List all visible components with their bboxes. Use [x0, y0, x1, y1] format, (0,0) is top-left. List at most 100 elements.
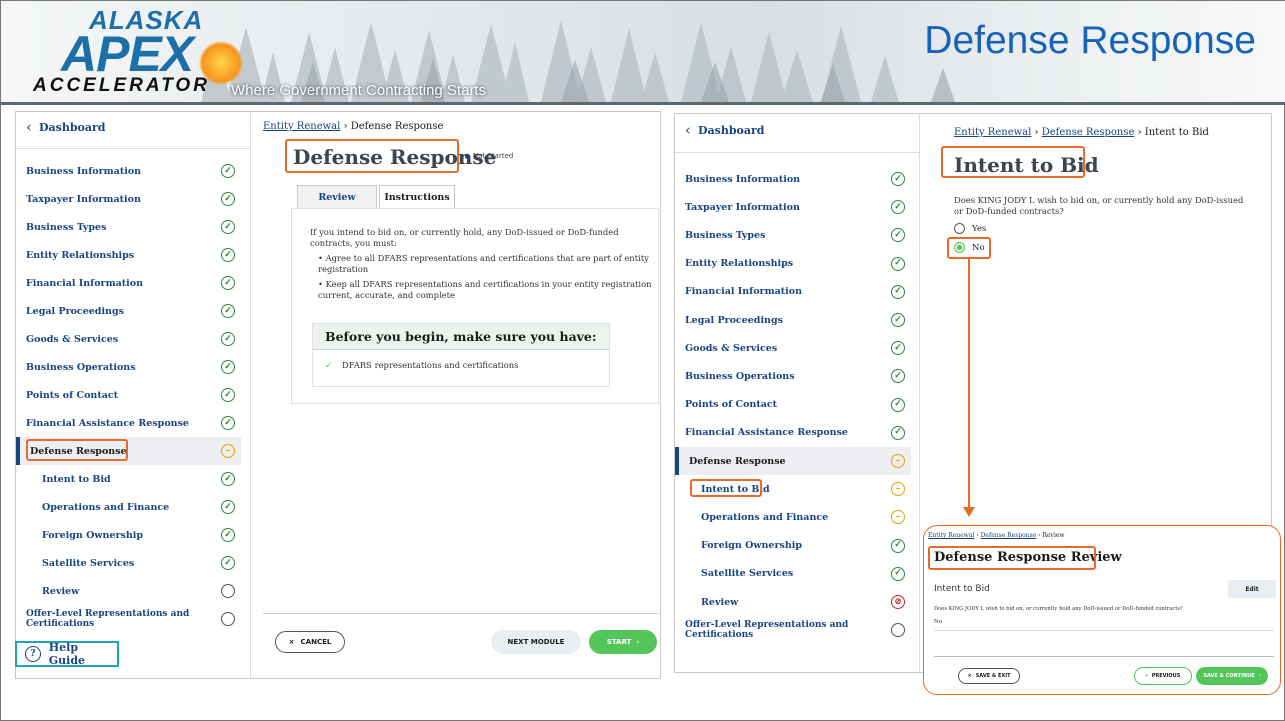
sidebar-item-label: Review: [42, 585, 80, 597]
review-divider: [934, 630, 1274, 631]
before-heading: Before you begin, make sure you have:: [313, 324, 609, 350]
sidebar-item[interactable]: Financial Information ✓: [675, 278, 911, 306]
sidebar-item[interactable]: Goods & Services ✓: [675, 334, 911, 362]
sidebar-item-label: Legal Proceedings: [26, 305, 124, 317]
complete-status-icon: ✓: [221, 248, 235, 262]
review-answer: No: [934, 619, 943, 625]
sidebar-item-label: Operations and Finance: [701, 511, 829, 523]
sidebar-item-label: Defense Response: [689, 455, 786, 467]
breadcrumb-defense-response[interactable]: Defense Response: [981, 532, 1037, 539]
divider: [675, 152, 919, 153]
complete-status-icon: ✓: [891, 538, 905, 553]
cancel-button[interactable]: × CANCEL: [275, 631, 345, 653]
save-continue-button[interactable]: SAVE & CONTINUE ›: [1196, 667, 1268, 685]
sidebar-item[interactable]: Offer-Level Representations and Certific…: [675, 616, 911, 644]
next-module-button[interactable]: NEXT MODULE: [491, 630, 581, 654]
breadcrumb-defense-response[interactable]: Defense Response: [1042, 127, 1135, 138]
check-icon: ✓: [325, 360, 333, 370]
sidebar-item[interactable]: Financial Information ✓: [16, 269, 241, 297]
sidebar-item-label: Financial Information: [685, 286, 803, 298]
before-item-text: DFARS representations and certifications: [342, 360, 519, 370]
sidebar-item[interactable]: Foreign Ownership ✓: [16, 521, 241, 549]
sidebar-item[interactable]: Entity Relationships ✓: [675, 250, 911, 278]
sidebar-item-label: Goods & Services: [26, 333, 119, 345]
sidebar-item[interactable]: Business Information ✓: [675, 165, 911, 193]
complete-status-icon: ✓: [221, 360, 235, 374]
sidebar-item[interactable]: Points of Contact ✓: [16, 381, 241, 409]
review-section-title: Intent to Bid: [934, 584, 990, 594]
sidebar-item[interactable]: Legal Proceedings ✓: [16, 297, 241, 325]
sidebar-item[interactable]: Offer-Level Representations and Certific…: [16, 605, 241, 633]
sidebar-item[interactable]: Review: [16, 577, 241, 605]
breadcrumb-entity-renewal[interactable]: Entity Renewal: [954, 127, 1031, 138]
sidebar-item[interactable]: Entity Relationships ✓: [16, 241, 241, 269]
breadcrumb-entity-renewal[interactable]: Entity Renewal: [928, 532, 974, 539]
sidebar-item[interactable]: Business Operations ✓: [675, 362, 911, 390]
complete-status-icon: ✓: [891, 228, 905, 243]
sidebar-item-label: Business Information: [26, 165, 142, 177]
sidebar-item[interactable]: Operations and Finance –: [675, 503, 911, 531]
connector-line-vertical: [968, 259, 970, 509]
help-guide-button[interactable]: ? Help Guide: [15, 641, 119, 667]
complete-status-icon: ✓: [221, 472, 235, 486]
complete-status-icon: ✓: [891, 341, 905, 356]
highlight-intent-title: [941, 146, 1085, 178]
sidebar-item[interactable]: Taxpayer Information ✓: [675, 193, 911, 221]
sidebar-item-label: Foreign Ownership: [701, 540, 802, 552]
footer-divider: [263, 613, 659, 614]
sidebar-item[interactable]: Foreign Ownership ✓: [675, 532, 911, 560]
sidebar-item-label: Taxpayer Information: [685, 201, 800, 213]
sidebar-item[interactable]: Points of Contact ✓: [675, 391, 911, 419]
sidebar-item-label: Business Operations: [685, 370, 795, 382]
divider: [16, 148, 250, 149]
sidebar-item-label: Financial Assistance Response: [685, 427, 848, 439]
before-item: ✓ DFARS representations and certification…: [325, 360, 605, 371]
sidebar-item[interactable]: Goods & Services ✓: [16, 325, 241, 353]
chevron-left-icon: ‹: [685, 121, 691, 139]
save-continue-label: SAVE & CONTINUE: [1203, 673, 1255, 679]
sidebar-item[interactable]: Financial Assistance Response ✓: [16, 409, 241, 437]
dashboard-link[interactable]: ‹ Dashboard: [26, 117, 106, 136]
tab-instructions[interactable]: Instructions: [379, 185, 455, 209]
sidebar-item[interactable]: Satellite Services ✓: [675, 560, 911, 588]
slide-title: Defense Response: [924, 19, 1256, 62]
save-exit-label: SAVE & EXIT: [975, 673, 1011, 679]
instructions-intro: If you intend to bid on, or currently ho…: [310, 227, 619, 248]
instructions-card: If you intend to bid on, or currently ho…: [291, 208, 659, 404]
sidebar-item-label: Entity Relationships: [26, 249, 135, 261]
bullet-2: • Keep all DFARS representations and cer…: [318, 279, 658, 301]
sidebar-item[interactable]: Operations and Finance ✓: [16, 493, 241, 521]
bullet-1-text: Agree to all DFARS representations and c…: [318, 253, 649, 274]
sidebar-item[interactable]: Financial Assistance Response ✓: [675, 419, 911, 447]
sidebar-item[interactable]: Business Types ✓: [16, 213, 241, 241]
sidebar-item[interactable]: Intent to Bid ✓: [16, 465, 241, 493]
sidebar-item[interactable]: Business Types ✓: [675, 221, 911, 249]
sidebar-item-label: Offer-Level Representations and Certific…: [685, 620, 849, 641]
breadcrumb-entity-renewal[interactable]: Entity Renewal: [263, 121, 340, 132]
tab-review[interactable]: Review: [297, 185, 377, 209]
dashboard-link[interactable]: ‹ Dashboard: [685, 120, 765, 139]
review-question: Does KING JODY L wish to bid on, or curr…: [934, 606, 1183, 612]
sidebar-item[interactable]: Business Operations ✓: [16, 353, 241, 381]
radio-yes[interactable]: Yes: [954, 223, 986, 234]
save-exit-button[interactable]: × SAVE & EXIT: [958, 668, 1020, 684]
complete-status-icon: ✓: [891, 369, 905, 384]
complete-status-icon: ✓: [891, 284, 905, 299]
sidebar-item[interactable]: Legal Proceedings ✓: [675, 306, 911, 334]
sidebar-item[interactable]: Review ⊘: [675, 588, 911, 616]
sidebar-item[interactable]: Business Information ✓: [16, 157, 241, 185]
start-button[interactable]: START ›: [589, 630, 657, 654]
logo-accelerator-text: ACCELERATOR: [33, 75, 210, 96]
sidebar-item[interactable]: Satellite Services ✓: [16, 549, 241, 577]
sidebar-item-label: Financial Assistance Response: [26, 417, 189, 429]
previous-button[interactable]: ‹ PREVIOUS: [1134, 667, 1192, 685]
error-status-icon: ⊘: [891, 595, 905, 609]
sidebar-item[interactable]: Defense Response –: [675, 447, 911, 475]
sidebar-item[interactable]: Taxpayer Information ✓: [16, 185, 241, 213]
sidebar-item-label: Entity Relationships: [685, 258, 794, 270]
left-sidebar: ‹ Dashboard Business Information ✓ Taxpayer…: [16, 112, 251, 678]
sidebar-item-label: Intent to Bid: [42, 473, 111, 485]
in-progress-status-icon: –: [221, 444, 235, 458]
status-badge: Not Started: [465, 152, 513, 160]
edit-button[interactable]: Edit: [1228, 580, 1276, 598]
